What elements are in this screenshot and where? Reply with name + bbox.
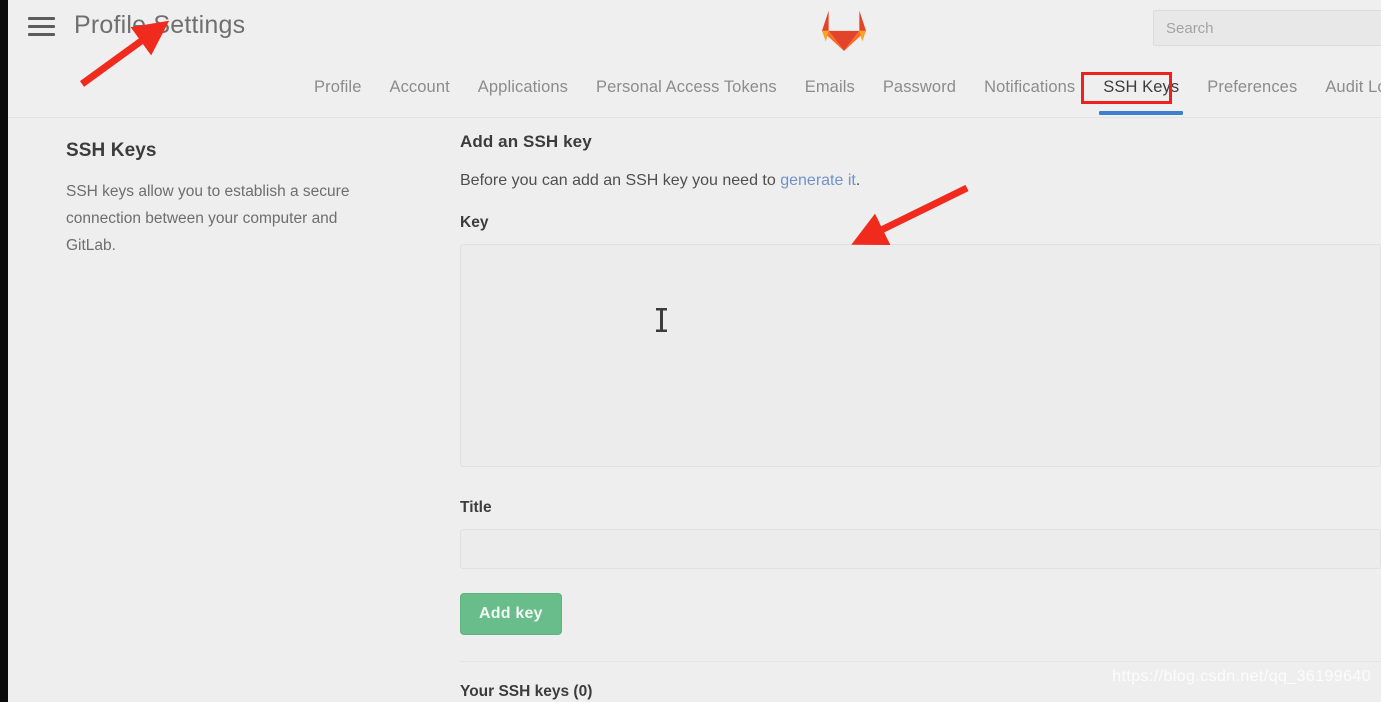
tab-label: Notifications [984,78,1076,96]
app-root: Profile Settings Profile Account Applica… [0,0,1381,702]
tab-label: Preferences [1207,78,1298,96]
hamburger-bar [28,24,55,28]
hamburger-bar [28,32,55,36]
tab-label: Profile [314,78,362,96]
title-field-label: Title [460,499,492,516]
tab-personal-access-tokens[interactable]: Personal Access Tokens [582,57,791,118]
title-input[interactable] [460,529,1381,569]
field-spacer [460,467,1381,499]
tab-label: Applications [477,78,568,96]
tab-profile[interactable]: Profile [300,57,375,118]
hamburger-bar [28,16,55,20]
sidebar-heading: SSH Keys [66,140,157,161]
tab-password[interactable]: Password [869,57,970,118]
key-field-label: Key [460,214,489,231]
section-divider [460,661,1381,662]
top-header: Profile Settings [8,0,1381,57]
gitlab-logo-icon[interactable] [820,6,868,52]
tab-account[interactable]: Account [375,57,463,118]
generate-hint-text: Before you can add an SSH key you need t… [460,172,781,189]
ssh-key-form: Add an SSH key Before you can add an SSH… [460,132,1381,702]
form-heading: Add an SSH key [460,132,592,151]
search-input[interactable] [1154,11,1381,45]
tab-label: Audit Log [1325,78,1381,96]
key-textarea[interactable] [460,244,1381,467]
tab-list: Profile Account Applications Personal Ac… [300,57,1381,118]
tab-notifications[interactable]: Notifications [970,57,1089,118]
tab-label: Password [882,78,957,96]
content-area: SSH Keys SSH keys allow you to establish… [8,118,1381,702]
tab-label: Personal Access Tokens [595,78,777,96]
tab-label: Account [389,78,450,96]
tab-emails[interactable]: Emails [791,57,869,118]
generate-hint-period: . [855,172,861,189]
sidebar-description: SSH Keys SSH keys allow you to establish… [66,140,401,259]
page-left-edge [0,0,8,702]
add-key-button[interactable]: Add key [460,593,562,635]
tab-preferences[interactable]: Preferences [1193,57,1311,118]
page-title: Profile Settings [74,11,246,39]
generate-it-link[interactable]: generate it [780,172,856,189]
search-box[interactable] [1153,10,1381,46]
settings-tab-nav: Profile Account Applications Personal Ac… [8,57,1381,118]
hamburger-icon[interactable] [28,13,60,39]
tab-label: SSH Keys [1103,78,1180,96]
your-ssh-keys-heading: Your SSH keys (0) [460,683,593,700]
tab-ssh-keys[interactable]: SSH Keys [1089,57,1193,118]
sidebar-description-text: SSH keys allow you to establish a secure… [66,183,350,254]
tab-label: Emails [804,78,855,96]
tab-applications[interactable]: Applications [464,57,582,118]
generate-hint: Before you can add an SSH key you need t… [460,172,1381,190]
tab-audit-log[interactable]: Audit Log [1311,57,1381,118]
